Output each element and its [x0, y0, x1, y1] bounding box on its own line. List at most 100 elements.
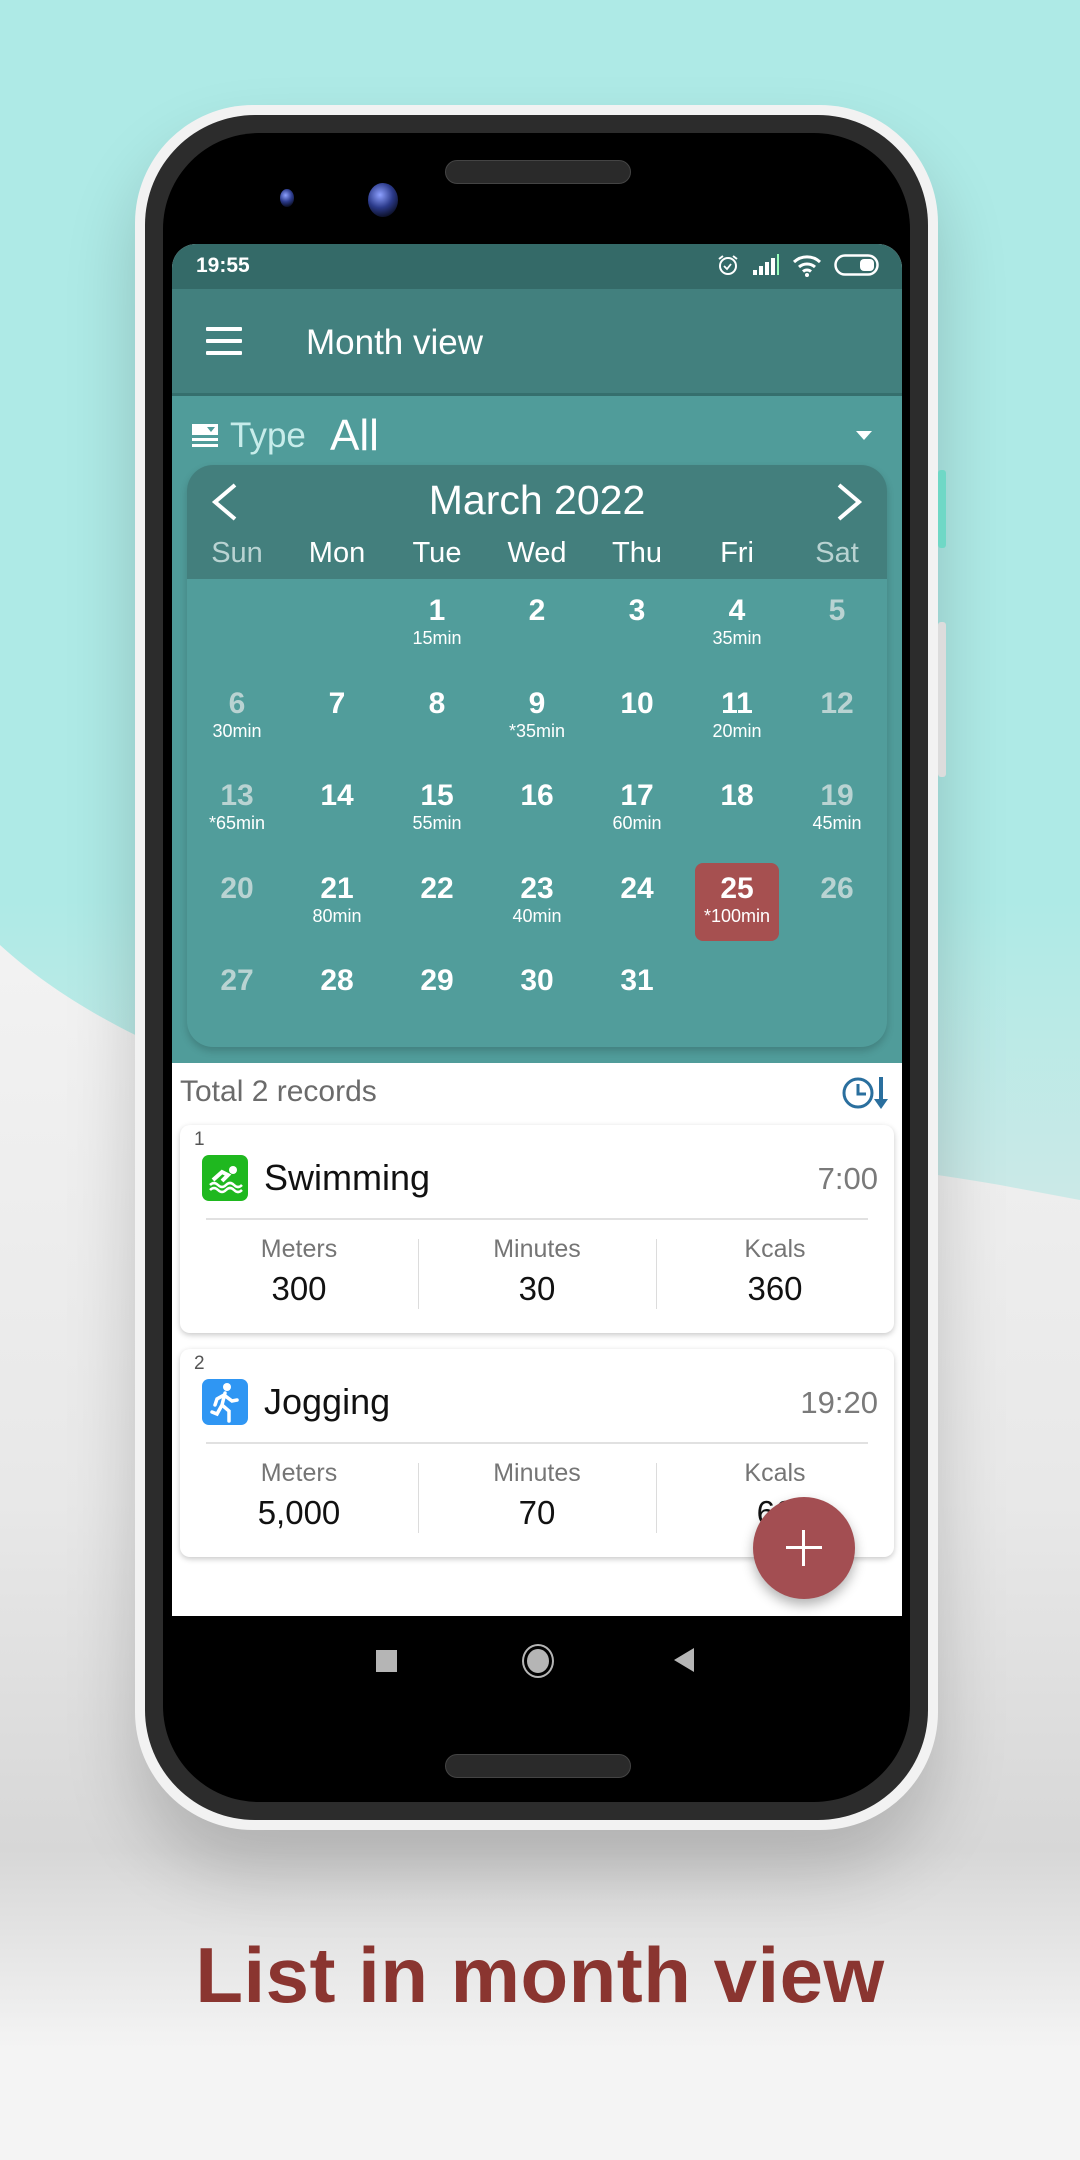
- calendar-day-4[interactable]: 4 35min: [687, 579, 787, 672]
- calendar-day-17[interactable]: 17 60min: [587, 764, 687, 857]
- day-number: 15: [420, 779, 454, 812]
- stat-label: Meters: [260, 1459, 338, 1487]
- day-number: 7: [328, 686, 346, 720]
- day-minutes: 45min: [812, 813, 862, 833]
- type-filter-label: Type: [230, 416, 306, 455]
- calendar-day-1[interactable]: 1 15min: [387, 579, 487, 672]
- record-time: 7:00: [817, 1161, 878, 1196]
- stat-label: Minutes: [493, 1235, 581, 1263]
- calendar-day-22[interactable]: 22: [387, 857, 487, 950]
- phone-bottom-speaker: [445, 1754, 631, 1778]
- weekday-label: Sat: [815, 537, 859, 569]
- alarm-icon: [716, 253, 740, 277]
- stat-value: 70: [518, 1494, 556, 1531]
- phone-earpiece: [445, 160, 631, 184]
- calendar-empty-cell: [687, 949, 787, 1042]
- stat-value: 360: [747, 1270, 803, 1307]
- record-index: 1: [194, 1129, 205, 1150]
- stat-kcals: Kcals 360: [656, 1233, 894, 1323]
- calendar-day-27[interactable]: 27: [187, 949, 287, 1042]
- day-number: 8: [428, 686, 446, 720]
- stat-minutes: Minutes 70: [418, 1457, 656, 1547]
- day-number: 16: [520, 779, 554, 812]
- day-number: 6: [228, 686, 246, 720]
- calendar-day-5[interactable]: 5: [787, 579, 887, 672]
- record-card[interactable]: 1 Swimming 7:00 Meters 300 Minutes 30 Kc…: [180, 1125, 894, 1333]
- home-icon[interactable]: [522, 1644, 554, 1678]
- filter-area: Type All March 2022 Sun Mon Tue Wed Thu: [172, 396, 902, 1063]
- record-activity-name: Swimming: [264, 1157, 431, 1198]
- day-number: 24: [620, 871, 654, 905]
- stat-value: 5,000: [257, 1494, 341, 1531]
- day-number: 19: [820, 779, 854, 812]
- phone-volume-button: [938, 622, 946, 777]
- weekday-label: Sun: [211, 537, 263, 569]
- phone-side-button: [938, 470, 946, 548]
- calendar-day-10[interactable]: 10: [587, 672, 687, 765]
- calendar-day-19[interactable]: 19 45min: [787, 764, 887, 857]
- day-minutes: 40min: [512, 905, 562, 926]
- weekday-labels: Sun Mon Tue Wed Thu Fri Sat: [187, 537, 887, 579]
- type-filter-dropdown[interactable]: Type All: [190, 408, 890, 460]
- day-number: 1: [428, 594, 446, 627]
- signal-icon: [752, 254, 780, 276]
- calendar-day-23[interactable]: 23 40min: [487, 857, 587, 950]
- day-number: 13: [220, 779, 254, 812]
- weekday-label: Mon: [308, 537, 366, 569]
- calendar-day-2[interactable]: 2: [487, 579, 587, 672]
- calendar-day-26[interactable]: 26: [787, 857, 887, 950]
- calendar-day-31[interactable]: 31: [587, 949, 687, 1042]
- calendar-day-24[interactable]: 24: [587, 857, 687, 950]
- calendar-day-30[interactable]: 30: [487, 949, 587, 1042]
- calendar-day-28[interactable]: 28: [287, 949, 387, 1042]
- day-number: 25: [720, 871, 754, 905]
- calendar-day-11[interactable]: 11 20min: [687, 672, 787, 765]
- calendar-day-6[interactable]: 6 30min: [187, 672, 287, 765]
- weekday-label: Fri: [720, 537, 754, 569]
- recent-apps-icon[interactable]: [376, 1650, 397, 1672]
- day-number: 26: [820, 871, 854, 905]
- stat-minutes: Minutes 30: [418, 1233, 656, 1323]
- list-header: Total 2 records: [172, 1063, 902, 1123]
- calendar-empty-cell: [287, 579, 387, 672]
- calendar-day-7[interactable]: 7: [287, 672, 387, 765]
- running-icon: [202, 1379, 248, 1425]
- hamburger-menu-icon[interactable]: [206, 327, 242, 355]
- calendar-day-15[interactable]: 15 55min: [387, 764, 487, 857]
- day-minutes: 15min: [412, 628, 462, 648]
- calendar-day-3[interactable]: 3: [587, 579, 687, 672]
- day-number: 29: [420, 964, 454, 997]
- day-number: 10: [620, 686, 654, 720]
- day-minutes: *35min: [508, 720, 566, 741]
- calendar-day-8[interactable]: 8: [387, 672, 487, 765]
- stat-label: Kcals: [744, 1235, 806, 1263]
- calendar-empty-cell: [787, 949, 887, 1042]
- phone-sensor: [280, 189, 294, 207]
- next-month-button[interactable]: [823, 477, 873, 527]
- calendar-day-13[interactable]: 13 *65min: [187, 764, 287, 857]
- calendar-day-18[interactable]: 18: [687, 764, 787, 857]
- status-time: 19:55: [196, 254, 250, 277]
- calendar-day-20[interactable]: 20: [187, 857, 287, 950]
- stat-value: 30: [518, 1270, 556, 1307]
- day-minutes: 30min: [212, 720, 262, 741]
- back-icon[interactable]: [674, 1648, 694, 1672]
- sort-by-time-icon[interactable]: [842, 1075, 890, 1111]
- calendar-day-21[interactable]: 21 80min: [287, 857, 387, 950]
- calendar-day-16[interactable]: 16: [487, 764, 587, 857]
- calendar-day-12[interactable]: 12: [787, 672, 887, 765]
- day-minutes: *100min: [703, 905, 771, 926]
- calendar-day-29[interactable]: 29: [387, 949, 487, 1042]
- add-record-button[interactable]: [753, 1497, 855, 1599]
- app-screen: 19:55 Month view Type All March 2022 Sun…: [172, 244, 902, 1616]
- calendar-header: March 2022 Sun Mon Tue Wed Thu Fri Sat: [187, 465, 887, 579]
- day-number: 12: [820, 686, 854, 720]
- calendar-day-25[interactable]: 25 *100min: [687, 857, 787, 950]
- day-minutes: 80min: [312, 905, 362, 926]
- day-number: 31: [620, 964, 654, 997]
- calendar-month-label: March 2022: [428, 477, 646, 523]
- calendar-day-9[interactable]: 9 *35min: [487, 672, 587, 765]
- calendar-day-14[interactable]: 14: [287, 764, 387, 857]
- day-number: 28: [320, 964, 354, 997]
- day-number: 9: [528, 686, 546, 720]
